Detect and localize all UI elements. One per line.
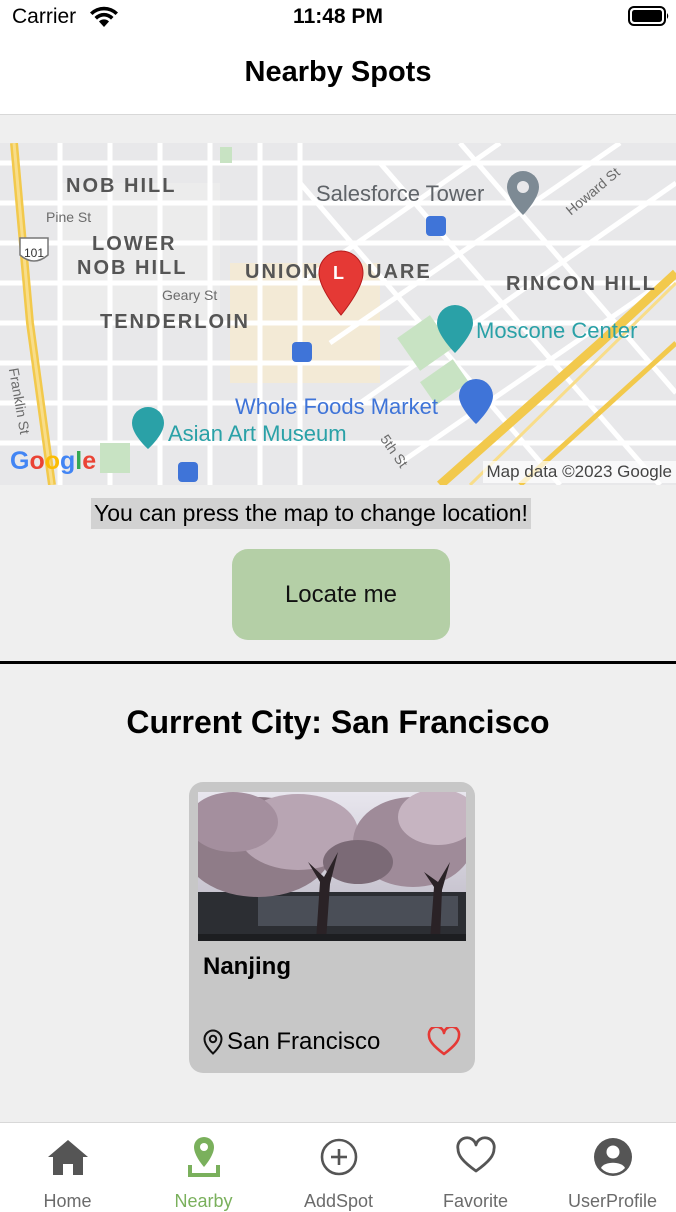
poi-asian-art-museum[interactable]: Asian Art Museum: [168, 421, 347, 447]
map-label-lower: LOWER: [92, 233, 177, 255]
status-bar: Carrier 11:48 PM: [0, 0, 676, 36]
map-label-geary-st: Geary St: [162, 287, 218, 303]
spot-card[interactable]: Nanjing San Francisco: [189, 782, 475, 1073]
location-pin-icon: [203, 1029, 223, 1055]
map-label-pine-st: Pine St: [46, 209, 92, 225]
battery-icon: [628, 6, 669, 26]
nav-header: Nearby Spots: [0, 36, 676, 115]
tab-addspot-label: AddSpot: [303, 1191, 374, 1211]
home-icon: [47, 1140, 88, 1175]
tab-addspot[interactable]: AddSpot: [271, 1123, 406, 1212]
user-icon: [593, 1138, 632, 1176]
heart-icon: [455, 1136, 496, 1173]
map-label-uare: UARE: [367, 261, 432, 283]
tab-nearby[interactable]: Nearby: [136, 1123, 271, 1212]
map-view[interactable]: NOB HILL Pine St LOWER NOB HILL Geary St…: [0, 143, 676, 485]
tab-home-label: Home: [43, 1191, 92, 1211]
tab-favorite[interactable]: Favorite: [408, 1123, 543, 1212]
page-title: Nearby Spots: [244, 56, 432, 88]
locate-me-button[interactable]: Locate me: [232, 549, 450, 640]
location-marker-letter: L: [333, 263, 344, 283]
map-label-union: UNION: [245, 261, 320, 283]
map-label-rincon-hill: RINCON HILL: [506, 273, 657, 295]
spot-photo: [198, 792, 466, 941]
tab-favorite-label: Favorite: [442, 1191, 509, 1211]
add-circle-icon: [320, 1138, 357, 1176]
spot-name: Nanjing: [203, 953, 291, 980]
section-divider: [0, 661, 676, 664]
poi-salesforce-tower[interactable]: Salesforce Tower: [316, 181, 484, 207]
tab-userprofile-label: UserProfile: [567, 1191, 658, 1211]
favorite-heart-icon[interactable]: [427, 1027, 461, 1057]
map-attribution: Map data ©2023 Google: [482, 461, 676, 483]
poi-whole-foods-market[interactable]: Whole Foods Market: [235, 394, 438, 420]
tab-userprofile[interactable]: UserProfile: [545, 1123, 676, 1212]
google-logo: Google: [10, 447, 97, 475]
map-hint-text: You can press the map to change location…: [91, 498, 531, 529]
spot-city: San Francisco: [227, 1028, 381, 1055]
tab-bar: Home Nearby AddSpot Favorite UserProfile: [0, 1122, 676, 1212]
tab-home[interactable]: Home: [0, 1123, 135, 1212]
tab-nearby-label: Nearby: [174, 1191, 233, 1211]
poi-moscone-center[interactable]: Moscone Center: [476, 318, 637, 344]
location-pin-icon: [187, 1137, 220, 1177]
highway-shield-label: 101: [24, 246, 45, 260]
status-time: 11:48 PM: [293, 5, 383, 28]
map-label-tenderloin: TENDERLOIN: [100, 311, 250, 333]
map-label-lower-nob-hill: NOB HILL: [77, 257, 188, 279]
current-city-heading: Current City: San Francisco: [126, 704, 550, 740]
map-label-nob-hill: NOB HILL: [66, 175, 177, 197]
